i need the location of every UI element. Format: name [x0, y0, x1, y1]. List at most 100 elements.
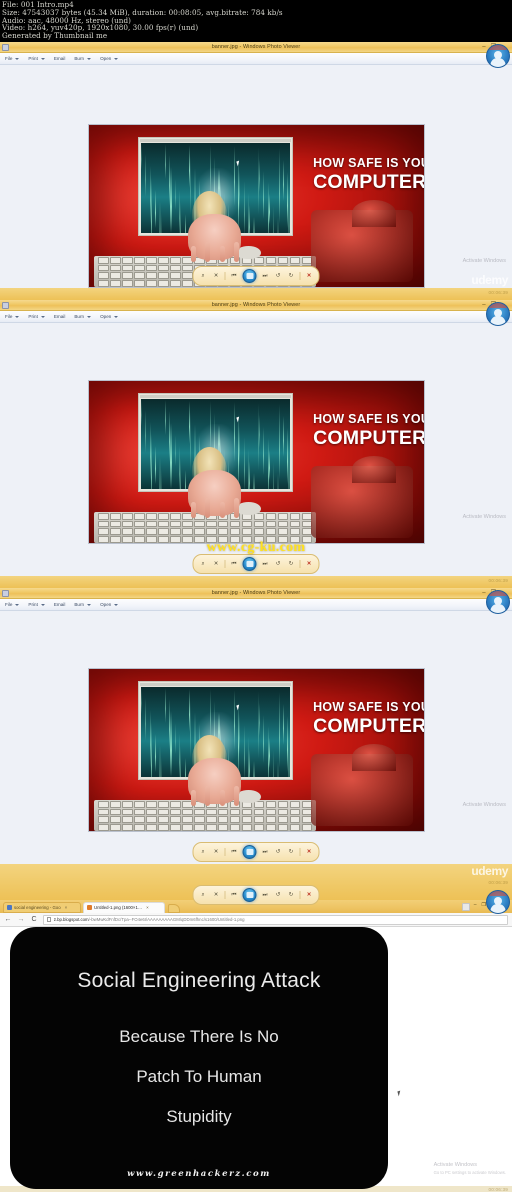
- zoom-icon[interactable]: ⌕: [199, 891, 208, 900]
- play-slideshow-icon[interactable]: [242, 557, 257, 571]
- matrix-rain-line: [184, 757, 186, 777]
- chevron-down-icon: [87, 603, 92, 606]
- previous-icon[interactable]: ⏮: [230, 560, 239, 569]
- download-badge-icon[interactable]: [462, 902, 470, 911]
- menu-item-print[interactable]: Print: [28, 314, 45, 319]
- back-icon[interactable]: ←: [4, 916, 12, 923]
- menu-item-email[interactable]: Email: [54, 314, 66, 319]
- zoom-icon[interactable]: ⌕: [199, 560, 208, 569]
- previous-icon[interactable]: ⏮: [230, 848, 239, 857]
- menu-item-print[interactable]: Print: [28, 602, 45, 607]
- keyboard-key: [134, 536, 145, 543]
- avatar[interactable]: [486, 590, 510, 614]
- keyboard-key: [98, 512, 109, 520]
- padlock-shackle: [351, 744, 396, 771]
- menu-item-burn[interactable]: Burn: [74, 602, 92, 607]
- photo-viewer-toolbar-4[interactable]: ⌕ ✕ ⏮ ⏭ ↺ ↻ ✕: [192, 885, 320, 905]
- address-bar[interactable]: 2.bp.blogspot.com/-bwMwKdFnfDc/Tpa--FO4e…: [43, 914, 508, 925]
- matrix-rain-line: [180, 202, 182, 233]
- toolbar-separator: [224, 560, 226, 568]
- zoom-icon[interactable]: ⌕: [199, 272, 208, 281]
- rotate-cw-icon[interactable]: ↻: [287, 891, 296, 900]
- play-slideshow-icon[interactable]: [242, 845, 257, 859]
- social-engineering-image[interactable]: Social Engineering Attack Because There …: [10, 927, 388, 1189]
- fit-to-window-icon[interactable]: ✕: [212, 272, 221, 281]
- keyboard-key: [241, 816, 253, 824]
- photo-viewer-toolbar-3[interactable]: ⌕ ✕ ⏮ ⏭ ↺ ↻ ✕: [192, 842, 320, 862]
- fit-to-window-icon[interactable]: ✕: [212, 891, 221, 900]
- matrix-rain-line: [239, 425, 241, 467]
- menu-item-email[interactable]: Email: [54, 56, 66, 61]
- zoom-icon[interactable]: ⌕: [199, 848, 208, 857]
- keyboard-key: [98, 264, 109, 272]
- avatar-stripe: [487, 591, 509, 596]
- matrix-rain-line: [263, 170, 265, 220]
- delete-icon[interactable]: ✕: [305, 848, 314, 857]
- keyboard-key: [158, 520, 169, 528]
- delete-icon[interactable]: ✕: [305, 272, 314, 281]
- keyboard-key: [194, 520, 205, 528]
- browser-tab-0[interactable]: social engineering - Goo ×: [3, 901, 81, 913]
- rotate-ccw-icon[interactable]: ↺: [274, 272, 283, 281]
- avatar-body: [490, 904, 506, 913]
- menu-item-file[interactable]: File: [5, 602, 20, 607]
- udemy-watermark-1: udemy: [471, 273, 508, 287]
- avatar[interactable]: [486, 890, 510, 914]
- menu-item-file[interactable]: File: [5, 314, 20, 319]
- delete-icon[interactable]: ✕: [305, 891, 314, 900]
- avatar[interactable]: [486, 302, 510, 326]
- keyboard-key: [194, 808, 205, 816]
- avatar[interactable]: [486, 44, 510, 68]
- matrix-rain-line: [263, 714, 265, 764]
- next-icon[interactable]: ⏭: [261, 560, 270, 569]
- keyboard-key: [170, 256, 181, 264]
- next-icon[interactable]: ⏭: [261, 272, 270, 281]
- close-icon[interactable]: ×: [146, 905, 149, 910]
- menu-item-burn[interactable]: Burn: [74, 56, 92, 61]
- rotate-cw-icon[interactable]: ↻: [287, 272, 296, 281]
- minimize-icon[interactable]: –: [482, 589, 485, 597]
- menu-item-open[interactable]: Open: [100, 56, 119, 61]
- close-icon[interactable]: ×: [65, 905, 68, 910]
- browser-window-controls[interactable]: – ❐: [474, 902, 486, 908]
- keyboard-key: [158, 808, 169, 816]
- fit-to-window-icon[interactable]: ✕: [212, 560, 221, 569]
- menu-item-open[interactable]: Open: [100, 314, 119, 319]
- menu-item-file[interactable]: File: [5, 56, 20, 61]
- menu-item-open[interactable]: Open: [100, 602, 119, 607]
- address-bar-text: 2.bp.blogspot.com/-bwMwKdFnfDc/Tpa--FO4e…: [54, 917, 245, 922]
- rotate-ccw-icon[interactable]: ↺: [274, 560, 283, 569]
- rotate-ccw-icon[interactable]: ↺: [274, 848, 283, 857]
- next-icon[interactable]: ⏭: [261, 891, 270, 900]
- keyboard-key: [134, 520, 145, 528]
- new-tab-button[interactable]: [168, 904, 180, 913]
- matrix-rain-line: [249, 748, 251, 777]
- previous-icon[interactable]: ⏮: [230, 272, 239, 281]
- previous-icon[interactable]: ⏮: [230, 891, 239, 900]
- rotate-ccw-icon[interactable]: ↺: [274, 891, 283, 900]
- play-slideshow-icon[interactable]: [242, 269, 257, 283]
- avatar-stripe: [487, 303, 509, 308]
- next-icon[interactable]: ⏭: [261, 848, 270, 857]
- avatar-body: [490, 58, 506, 67]
- rotate-cw-icon[interactable]: ↻: [287, 848, 296, 857]
- keyboard-key: [158, 512, 169, 520]
- menu-item-burn[interactable]: Burn: [74, 314, 92, 319]
- keyboard-key: [146, 280, 157, 287]
- photo-viewer-toolbar-1[interactable]: ⌕ ✕ ⏮ ⏭ ↺ ↻ ✕: [192, 266, 320, 286]
- play-slideshow-icon[interactable]: [242, 888, 257, 902]
- minimize-icon[interactable]: –: [474, 902, 477, 908]
- fit-to-window-icon[interactable]: ✕: [212, 848, 221, 857]
- browser-tab-1[interactable]: Untitled-1.png (1600×1… ×: [83, 901, 165, 913]
- delete-icon[interactable]: ✕: [305, 560, 314, 569]
- minimize-icon[interactable]: –: [482, 43, 485, 51]
- reload-icon[interactable]: C: [30, 916, 38, 923]
- rotate-cw-icon[interactable]: ↻: [287, 560, 296, 569]
- matrix-rain-line: [170, 711, 172, 777]
- minimize-icon[interactable]: –: [482, 301, 485, 309]
- photo-viewer-toolbar-2[interactable]: ⌕ ✕ ⏮ ⏭ ↺ ↻ ✕: [192, 554, 320, 574]
- menu-item-email[interactable]: Email: [54, 602, 66, 607]
- keyboard-row: [98, 520, 313, 528]
- menu-item-print[interactable]: Print: [28, 56, 45, 61]
- forward-icon[interactable]: →: [17, 916, 25, 923]
